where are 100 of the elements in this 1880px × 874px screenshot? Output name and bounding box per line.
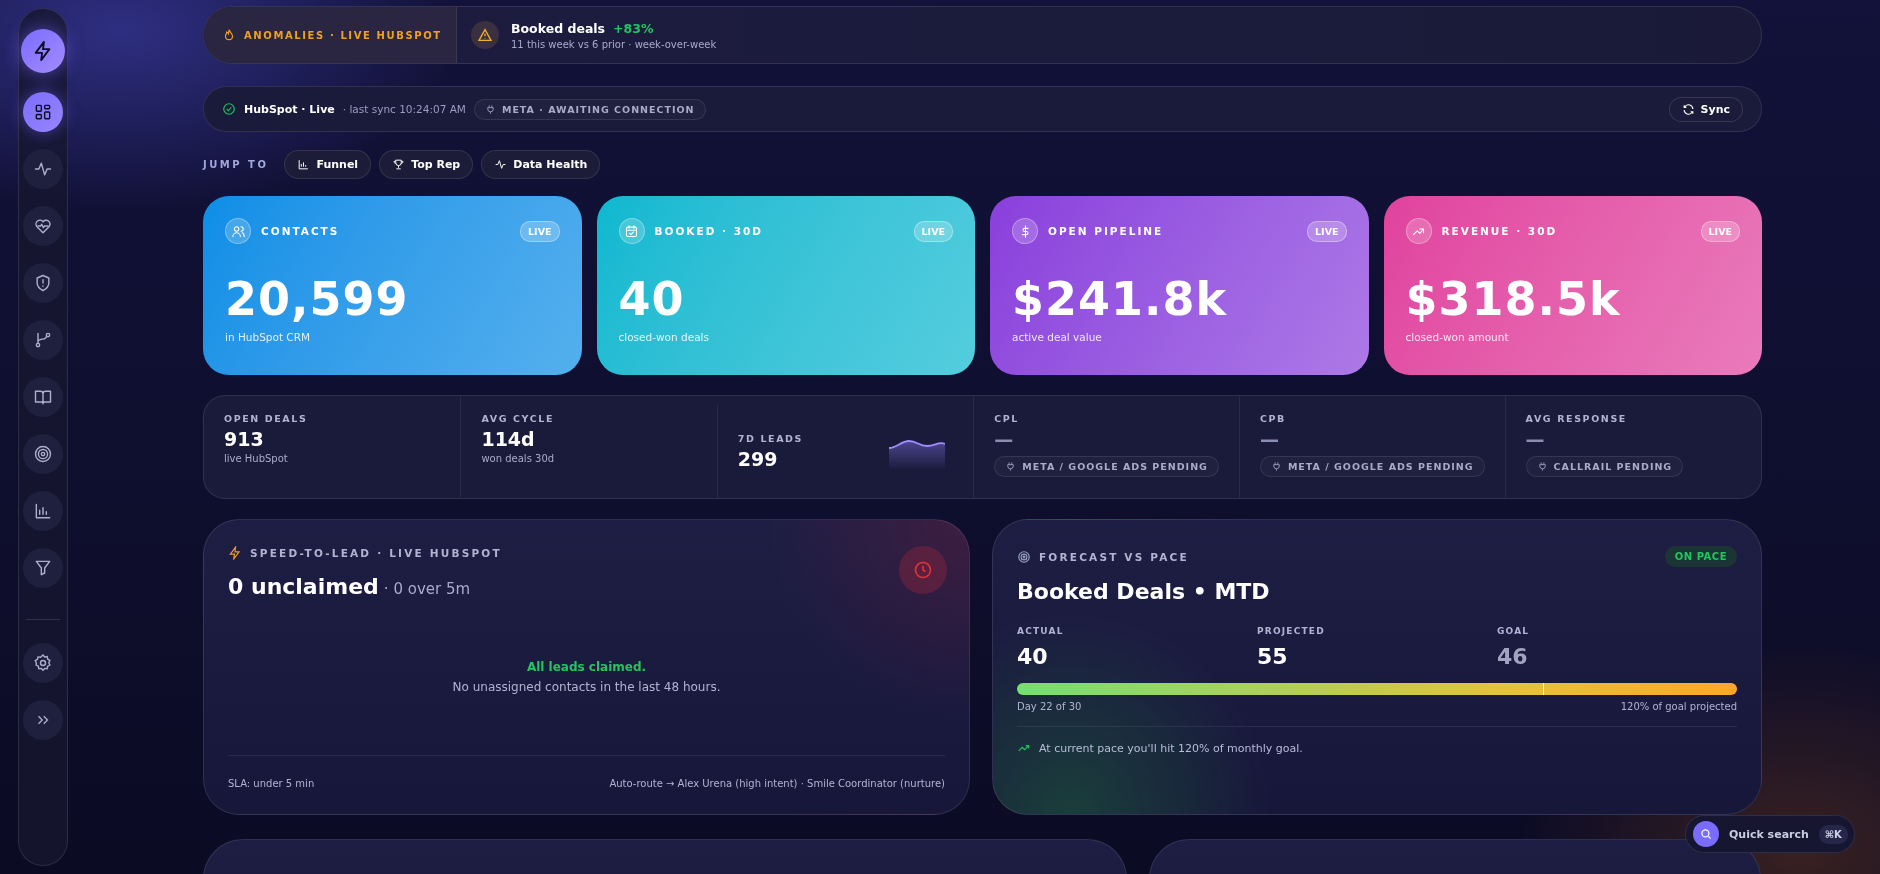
settings-button[interactable]: [23, 643, 63, 683]
target-icon: [33, 444, 53, 464]
metric-caption: won deals 30d: [481, 453, 555, 464]
stat-label: ACTUAL: [1017, 626, 1065, 636]
sync-source: HubSpot · Live: [244, 102, 335, 116]
metric-value: —: [1259, 428, 1279, 450]
plug-icon: [484, 103, 496, 115]
anomaly-detail: 11 this week vs 6 prior · week-over-week: [511, 38, 717, 50]
clock-icon: [913, 560, 933, 580]
kpi-label: BOOKED · 30D: [654, 225, 763, 237]
day-progress: Day 22 of 30: [1017, 701, 1082, 712]
lightning-icon: [228, 546, 242, 560]
card-label: SPEED-TO-LEAD · LIVE HUBSPOT: [250, 547, 502, 559]
bar-chart-icon: [33, 501, 53, 521]
stat-label: GOAL: [1497, 626, 1531, 636]
metric-label: AVG RESPONSE: [1525, 413, 1627, 424]
pace-note: At current pace you'll hit 120% of monthly goal.: [1039, 741, 1303, 755]
shield-alert-icon: [33, 273, 53, 293]
plug-icon: [1536, 461, 1548, 472]
metric-caption: live HubSpot: [224, 453, 288, 464]
kpi-value: 40: [618, 274, 686, 325]
kpi-value: $318.5k: [1405, 274, 1622, 325]
kpi-value: $241.8k: [1012, 274, 1229, 325]
pulse-icon: [494, 157, 508, 171]
refresh-icon: [1681, 102, 1695, 116]
pending-source-pill: META / GOOGLE ADS PENDING: [994, 456, 1219, 477]
empty-state-text: No unassigned contacts in the last 48 hours.: [452, 680, 721, 694]
bolt-logo-button[interactable]: [21, 29, 65, 73]
goal-projection: 120% of goal projected: [1620, 701, 1737, 712]
kpi-caption: closed-won deals: [618, 330, 710, 343]
shortcut-key: ⌘K: [1818, 824, 1848, 844]
metric-label: CPB: [1259, 413, 1286, 424]
live-badge: LIVE: [520, 220, 560, 242]
nav-item[interactable]: [23, 320, 63, 360]
search-icon: [1699, 827, 1713, 841]
nav-item[interactable]: [23, 491, 63, 531]
funnel-icon: [33, 558, 53, 578]
nav-item[interactable]: [23, 263, 63, 303]
branch-icon: [33, 330, 53, 350]
anomalies-label: ANOMALIES · LIVE HUBSPOT: [244, 29, 442, 41]
nav-item[interactable]: [23, 206, 63, 246]
forecast-title: Booked Deals • MTD: [1017, 579, 1271, 604]
settings-icon: [33, 653, 53, 673]
sparkline-drawing: [889, 440, 946, 470]
users-icon: [230, 223, 246, 239]
metric-label: OPEN DEALS: [224, 413, 308, 424]
kpi-caption: closed-won amount: [1405, 330, 1510, 343]
stat-value: 40: [1017, 644, 1049, 669]
anomaly-change: +83%: [613, 20, 654, 36]
calendar-check-icon: [624, 223, 639, 239]
pending-connection-pill: META · AWAITING CONNECTION: [473, 98, 706, 120]
plug-icon: [1005, 461, 1017, 472]
kpi-label: CONTACTS: [261, 225, 340, 237]
live-badge: LIVE: [1700, 220, 1740, 242]
pending-source-pill: META / GOOGLE ADS PENDING: [1259, 456, 1485, 477]
empty-state-title: All leads claimed.: [526, 660, 647, 674]
kpi-caption: active deal value: [1012, 330, 1103, 343]
anomaly-title: Booked deals: [511, 20, 606, 36]
last-sync: · last sync 10:24:07 AM: [342, 103, 466, 115]
card-label: FORECAST VS PACE: [1039, 550, 1189, 563]
nav-item[interactable]: [23, 92, 63, 132]
sync-button[interactable]: Sync: [1668, 96, 1743, 122]
nav-item[interactable]: [23, 434, 63, 474]
status-badge: ON PACE: [1664, 546, 1737, 567]
warning-icon: [477, 27, 493, 43]
trophy-icon: [392, 157, 406, 171]
nav-item[interactable]: [23, 377, 63, 417]
metric-label: 7D LEADS: [737, 432, 804, 444]
jump-link[interactable]: Top Rep: [379, 149, 474, 179]
plug-icon: [1270, 461, 1282, 472]
stat-label: PROJECTED: [1257, 626, 1326, 636]
nav-item[interactable]: [23, 149, 63, 189]
jump-to-label: JUMP TO: [203, 158, 269, 170]
metric-value: 299: [737, 447, 779, 470]
unclaimed-count: 0 unclaimed: [228, 574, 379, 599]
quick-search-button[interactable]: Quick search ⌘K: [1685, 815, 1855, 853]
metric-value: 913: [224, 428, 264, 450]
kpi-caption: in HubSpot CRM: [225, 330, 312, 343]
over-sla-count: · 0 over 5m: [383, 580, 471, 598]
metric-label: AVG CYCLE: [481, 413, 554, 424]
live-badge: LIVE: [913, 220, 953, 242]
dashboard-icon: [33, 102, 53, 122]
pending-source-pill: CALLRAIL PENDING: [1525, 456, 1684, 477]
metric-value: —: [1525, 428, 1545, 450]
jump-link[interactable]: Data Health: [481, 149, 601, 179]
jump-link[interactable]: Funnel: [284, 149, 372, 179]
kpi-label: REVENUE · 30D: [1441, 225, 1558, 237]
quick-search-label: Quick search: [1729, 827, 1809, 841]
live-badge: LIVE: [1307, 220, 1347, 242]
metric-value: 114d: [481, 428, 535, 450]
metric-value: —: [994, 428, 1014, 450]
book-icon: [33, 387, 53, 407]
flame-icon: [222, 28, 236, 42]
check-circle-icon: [222, 102, 236, 116]
metric-label: CPL: [994, 413, 1019, 424]
kpi-label: OPEN PIPELINE: [1048, 225, 1164, 237]
stat-value: 55: [1257, 644, 1289, 669]
bar-chart-icon: [297, 157, 311, 171]
routing-text: Auto-route → Alex Urena (high intent) · Smile Coordinator (nurture): [609, 777, 945, 789]
nav-item[interactable]: [23, 548, 63, 588]
